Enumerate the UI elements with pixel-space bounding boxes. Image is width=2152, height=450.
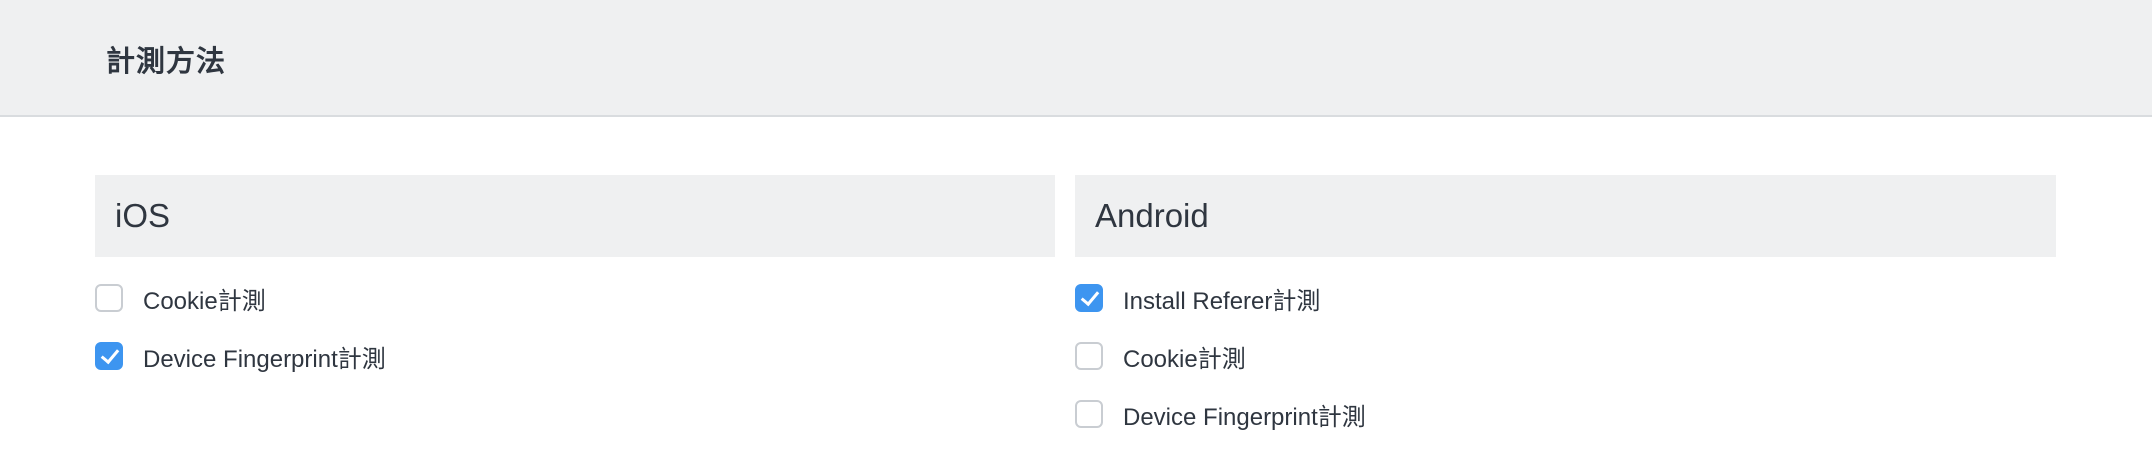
android-install-referer-option[interactable]: Install Referer計測 [1075,282,1321,315]
ios-cookie-checkbox[interactable] [95,284,123,312]
android-cookie-option[interactable]: Cookie計測 [1075,340,1246,373]
ios-cookie-label: Cookie計測 [143,287,266,315]
android-fingerprint-label: Device Fingerprint計測 [1123,403,1366,431]
android-install-referer-checkbox[interactable] [1075,284,1103,312]
ios-fingerprint-label: Device Fingerprint計測 [143,345,386,373]
ios-fingerprint-checkbox[interactable] [95,342,123,370]
ios-fingerprint-option[interactable]: Device Fingerprint計測 [95,340,386,373]
android-install-referer-label: Install Referer計測 [1123,287,1321,315]
android-fingerprint-checkbox[interactable] [1075,400,1103,428]
android-panel: Android Install Referer計測 Cookie計測 Devic… [1075,175,2056,431]
android-cookie-checkbox[interactable] [1075,342,1103,370]
ios-panel: iOS Cookie計測 Device Fingerprint計測 [95,175,1055,373]
android-fingerprint-option[interactable]: Device Fingerprint計測 [1075,398,1366,431]
ios-cookie-option[interactable]: Cookie計測 [95,282,266,315]
section-header: 計測方法 [0,0,2152,117]
android-cookie-label: Cookie計測 [1123,345,1246,373]
android-panel-title: Android [1095,197,1209,234]
android-panel-header: Android [1075,175,2056,257]
ios-panel-header: iOS [95,175,1055,257]
ios-panel-title: iOS [115,197,171,234]
page-title: 計測方法 [106,46,227,78]
